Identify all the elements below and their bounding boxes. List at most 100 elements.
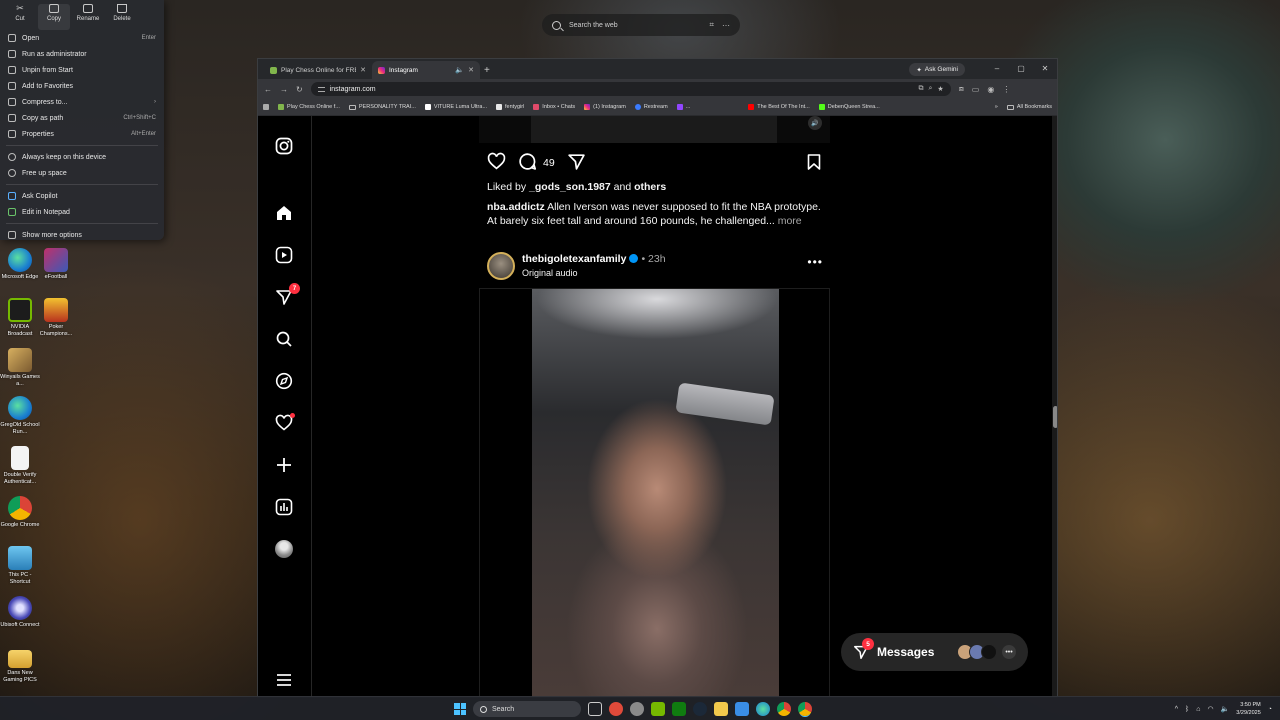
audio-playing-icon[interactable]: 🔈	[455, 66, 464, 74]
zoom-icon[interactable]: ⌕	[929, 85, 933, 93]
bookmark-star-icon[interactable]: ★	[937, 85, 943, 93]
desktop-icon-nvidia-broadcast[interactable]: NVIDIA Broadcast	[0, 298, 40, 337]
wifi-icon[interactable]: ◠	[1207, 705, 1213, 713]
bookmark-item[interactable]: Inbox • Chats	[533, 104, 575, 110]
post-username-link[interactable]: thebigoletexanfamily	[522, 253, 626, 265]
post-options-icon[interactable]: •••	[807, 255, 823, 269]
forward-icon[interactable]: →	[280, 85, 288, 94]
menu-item-copy-path[interactable]: Copy as path Ctrl+Shift+C	[0, 110, 164, 126]
edge-icon[interactable]	[756, 702, 770, 716]
delete-button[interactable]: Delete	[106, 4, 138, 30]
save-icon[interactable]	[805, 153, 823, 174]
bookmark-item[interactable]: (1) Instagram	[584, 104, 626, 110]
apps-icon[interactable]	[263, 104, 269, 110]
bookmark-item[interactable]: The Best Of The Int...	[748, 104, 810, 110]
new-tab-button[interactable]: +	[480, 65, 496, 79]
taskbar-search[interactable]: Search	[473, 701, 581, 717]
tray-overflow-icon[interactable]: ^	[1175, 706, 1178, 713]
menu-item-ask-copilot[interactable]: Ask Copilot	[0, 188, 164, 204]
page-scrollbar[interactable]	[1052, 116, 1057, 697]
profile-icon[interactable]	[274, 539, 294, 559]
menu-item-properties[interactable]: Properties Alt+Enter	[0, 126, 164, 142]
bookmark-item[interactable]: Restream	[634, 104, 668, 110]
desktop-icon-edge[interactable]: Microsoft Edge	[0, 248, 40, 281]
notifications-heart-icon[interactable]	[274, 413, 295, 433]
comment-icon[interactable]	[518, 152, 537, 174]
desktop-icon-poker[interactable]: Poker Champions...	[36, 298, 76, 337]
like-icon[interactable]	[487, 152, 506, 174]
settings-icon[interactable]	[630, 702, 644, 716]
volume-icon[interactable]: 🔈	[1221, 705, 1230, 713]
desktop-icon-chrome[interactable]: Google Chrome	[0, 496, 40, 529]
clock[interactable]: 3:50 PM 3/29/2025	[1236, 701, 1260, 717]
post-audio-link[interactable]: Original audio	[522, 268, 578, 278]
chrome-icon[interactable]	[798, 702, 812, 716]
desktop-icon-double-verify[interactable]: Double Verify Authenticat...	[0, 446, 40, 485]
explore-icon[interactable]	[274, 371, 294, 391]
bookmark-folder[interactable]: PERSONALITY TRAI...	[348, 104, 416, 110]
share-icon[interactable]	[567, 152, 586, 174]
start-button[interactable]	[454, 703, 466, 715]
app-icon[interactable]	[609, 702, 623, 716]
notifications-icon[interactable]: ◔	[1268, 706, 1272, 713]
reload-icon[interactable]: ↻	[296, 85, 303, 94]
network-icon[interactable]: ⌂	[1196, 706, 1200, 713]
bookmark-item[interactable]: ...	[676, 104, 690, 110]
address-bar[interactable]: instagram.com ⧉ ⌕ ★	[310, 82, 951, 96]
audio-icon[interactable]: 🔊	[808, 116, 822, 130]
menu-item-keep-on-device[interactable]: Always keep on this device	[0, 149, 164, 165]
visual-search-icon[interactable]: ⌗	[709, 20, 714, 30]
instagram-logo-icon[interactable]	[274, 136, 294, 156]
search-icon[interactable]	[274, 329, 294, 349]
close-tab-icon[interactable]: ✕	[360, 66, 366, 74]
menu-item-run-as-admin[interactable]: Run as administrator	[0, 46, 164, 62]
caption-username-link[interactable]: nba.addictz	[487, 201, 545, 213]
file-explorer-icon[interactable]	[714, 702, 728, 716]
menu-item-add-favorites[interactable]: Add to Favorites	[0, 78, 164, 94]
desktop-icon-efootball[interactable]: eFootball	[36, 248, 76, 281]
tab-instagram[interactable]: Instagram 🔈 ✕	[372, 61, 480, 79]
copy-button[interactable]: Copy	[38, 4, 70, 30]
menu-item-edit-notepad[interactable]: Edit in Notepad	[0, 204, 164, 220]
more-options-icon[interactable]: ⋯	[722, 21, 730, 30]
bookmarks-overflow-icon[interactable]: »	[995, 104, 998, 110]
liked-by-others-link[interactable]: others	[634, 181, 666, 193]
desktop-icon-winyails[interactable]: Winyails Games a...	[0, 348, 40, 387]
web-search-widget[interactable]: Search the web ⌗ ⋯	[542, 14, 740, 36]
desktop-icon-ubisoft[interactable]: Ubisoft Connect	[0, 596, 40, 629]
chrome-icon[interactable]	[777, 702, 791, 716]
reel-video[interactable]	[479, 288, 830, 697]
store-icon[interactable]	[735, 702, 749, 716]
steam-icon[interactable]	[693, 702, 707, 716]
back-icon[interactable]: ←	[264, 85, 272, 94]
bookmark-item[interactable]: DebenQueen Strea...	[818, 104, 880, 110]
profile-icon[interactable]: ◉	[987, 85, 994, 94]
minimize-button[interactable]: –	[985, 59, 1009, 79]
cut-button[interactable]: ✂ Cut	[4, 4, 36, 30]
menu-item-show-more[interactable]: Show more options	[0, 227, 164, 243]
menu-item-open[interactable]: Open Enter	[0, 30, 164, 46]
tab-chess[interactable]: Play Chess Online for FREE - 2... ✕	[264, 61, 372, 79]
bookmark-item[interactable]: Play Chess Online f...	[278, 104, 340, 110]
ask-gemini-button[interactable]: ✦ Ask Gemini	[909, 63, 965, 76]
desktop-icon-gregold[interactable]: GregOld School Run...	[0, 396, 40, 435]
bookmark-item[interactable]: VITURE Luma Ultra...	[424, 104, 487, 110]
all-bookmarks-button[interactable]: All Bookmarks	[1006, 104, 1052, 110]
desktop-icon-this-pc[interactable]: This PC - Shortcut	[0, 546, 40, 585]
sidebar-icon[interactable]: ▭	[972, 85, 980, 94]
menu-icon[interactable]	[274, 670, 294, 690]
direct-icon[interactable]: 7	[274, 283, 300, 307]
menu-item-free-space[interactable]: Free up space	[0, 165, 164, 181]
site-info-icon[interactable]	[317, 86, 325, 92]
caption-more-link[interactable]: more	[778, 215, 802, 227]
nvidia-icon[interactable]	[651, 702, 665, 716]
maximize-button[interactable]: ▢	[1009, 59, 1033, 79]
menu-item-unpin-start[interactable]: Unpin from Start	[0, 62, 164, 78]
cast-icon[interactable]: ⧉	[919, 85, 924, 93]
bluetooth-icon[interactable]: ᛒ	[1185, 706, 1189, 713]
messages-button[interactable]: 5 Messages •••	[841, 633, 1028, 671]
scrollbar-thumb[interactable]	[1053, 406, 1057, 428]
create-icon[interactable]	[274, 455, 294, 475]
dashboard-icon[interactable]	[274, 497, 294, 517]
reels-icon[interactable]	[274, 245, 294, 265]
